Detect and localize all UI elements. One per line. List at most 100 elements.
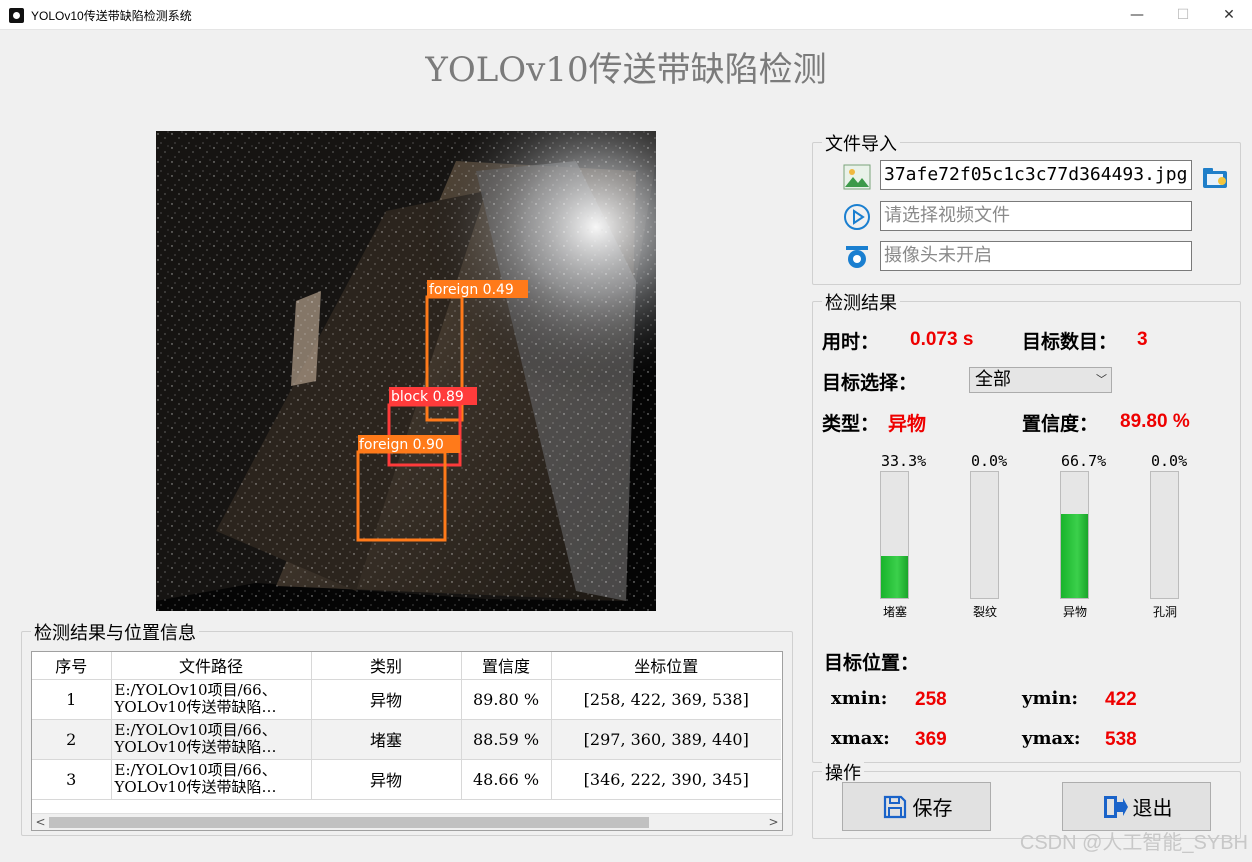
table-row[interactable]: 1 E:/YOLOv10项目/66、 YOLOv10传送带缺陷… 异物 89.80… (32, 679, 781, 720)
video-file-placeholder: 请选择视频文件 (884, 205, 1010, 226)
cell-index: 2 (32, 719, 112, 760)
cell-path-line2: YOLOv10传送带缺陷… (114, 698, 277, 716)
page-title: YOLOv10传送带缺陷检测 (425, 50, 827, 90)
table-horizontal-scrollbar[interactable]: < > (32, 813, 782, 830)
cell-confidence: 88.59 % (461, 719, 552, 760)
cell-path: E:/YOLOv10项目/66、 YOLOv10传送带缺陷… (111, 719, 312, 760)
cell-coords: [346, 222, 390, 345] (551, 759, 781, 800)
results-table[interactable]: 序号 文件路径 类别 置信度 坐标位置 1 E:/YOLOv10项目/66、 YO… (31, 651, 783, 831)
col-header-index[interactable]: 序号 (32, 652, 112, 680)
target-select-value: 全部 (975, 369, 1011, 390)
bbox-label-foreign-1: foreign 0.49 (429, 282, 514, 298)
bar-class-label: 异物 (1062, 605, 1087, 619)
close-button[interactable]: ✕ (1206, 0, 1252, 30)
xmax-label: xmax: (831, 728, 890, 749)
target-select-label: 目标选择： (822, 372, 918, 394)
results-group-title: 检测结果与位置信息 (31, 619, 199, 645)
exit-button[interactable]: 退出 (1062, 782, 1211, 831)
minimize-button[interactable]: — (1114, 0, 1160, 30)
bbox-label-foreign-2: foreign 0.90 (359, 437, 444, 453)
app-icon (9, 8, 24, 23)
exit-icon (1103, 795, 1128, 818)
ymin-value: 422 (1105, 689, 1137, 710)
progress-bar-fill (881, 556, 908, 598)
bar-percent-text: 66.7% (1061, 452, 1107, 470)
cell-path-line1: E:/YOLOv10项目/66、 (114, 681, 277, 699)
progress-bar (880, 471, 909, 599)
video-file-icon[interactable] (843, 203, 871, 231)
time-value: 0.073 s (910, 329, 974, 350)
xmin-label: xmin: (831, 688, 888, 709)
scroll-left-arrow-icon[interactable]: < (32, 814, 49, 830)
detection-image: foreign 0.49 block 0.89 foreign 0.90 (156, 131, 656, 611)
time-label: 用时： (822, 331, 880, 353)
image-file-field[interactable]: 37afe72f05c1c3c77d364493.jpg (880, 160, 1192, 190)
watermark: CSDN @人工智能_SYBH (1019, 832, 1248, 854)
position-label: 目标位置： (824, 652, 920, 674)
bar-class-label: 裂纹 (972, 605, 997, 619)
cell-category: 异物 (311, 679, 462, 720)
cell-path-line1: E:/YOLOv10项目/66、 (114, 721, 277, 739)
detection-results-group-title: 检测结果 (822, 289, 900, 315)
cell-path: E:/YOLOv10项目/66、 YOLOv10传送带缺陷… (111, 679, 312, 720)
bar-class-label: 堵塞 (882, 605, 907, 619)
detection-image-drawing: foreign 0.49 block 0.89 foreign 0.90 (156, 131, 656, 611)
camera-field[interactable]: 摄像头未开启 (880, 241, 1192, 271)
cell-coords: [297, 360, 389, 440] (551, 719, 781, 760)
table-header-row: 序号 文件路径 类别 置信度 坐标位置 (32, 652, 781, 680)
camera-icon[interactable] (843, 243, 871, 271)
type-label: 类型： (822, 413, 880, 435)
col-header-confidence[interactable]: 置信度 (461, 652, 552, 680)
bar-percent-text: 33.3% (881, 452, 927, 470)
progress-bar (970, 471, 999, 599)
window-title: YOLOv10传送带缺陷检测系统 (31, 9, 192, 23)
confidence-value: 89.80 % (1120, 411, 1190, 432)
type-value: 异物 (888, 413, 927, 435)
cell-confidence: 89.80 % (461, 679, 552, 720)
cell-path-line2: YOLOv10传送带缺陷… (114, 738, 277, 756)
ymin-label: ymin: (1022, 688, 1079, 709)
cell-coords: [258, 422, 369, 538] (551, 679, 781, 720)
save-button-label: 保存 (912, 796, 953, 820)
cell-path: E:/YOLOv10项目/66、 YOLOv10传送带缺陷… (111, 759, 312, 800)
chevron-down-icon: ﹀ (1096, 373, 1107, 386)
scroll-right-arrow-icon[interactable]: > (765, 814, 782, 830)
col-header-path[interactable]: 文件路径 (111, 652, 312, 680)
ymax-value: 538 (1105, 729, 1137, 750)
cell-category: 异物 (311, 759, 462, 800)
bar-percent-text: 0.0% (971, 452, 1008, 470)
video-file-field[interactable]: 请选择视频文件 (880, 201, 1192, 231)
cell-index: 3 (32, 759, 112, 800)
xmax-value: 369 (915, 729, 947, 750)
progress-bar (1060, 471, 1089, 599)
maximize-button[interactable]: ☐ (1160, 0, 1206, 30)
col-header-category[interactable]: 类别 (311, 652, 462, 680)
file-import-group-title: 文件导入 (822, 130, 900, 156)
xmin-value: 258 (915, 689, 947, 710)
exit-button-label: 退出 (1132, 796, 1173, 820)
bar-class-label: 孔洞 (1152, 605, 1177, 619)
bar-percent-text: 0.0% (1151, 452, 1188, 470)
cell-path-line2: YOLOv10传送带缺陷… (114, 778, 277, 796)
cell-path-line1: E:/YOLOv10项目/66、 (114, 761, 277, 779)
cell-confidence: 48.66 % (461, 759, 552, 800)
table-row[interactable]: 3 E:/YOLOv10项目/66、 YOLOv10传送带缺陷… 异物 48.66… (32, 759, 781, 800)
scrollbar-thumb[interactable] (49, 817, 649, 828)
progress-bar (1150, 471, 1179, 599)
target-select[interactable]: 全部 ﹀ (969, 367, 1112, 393)
camera-placeholder: 摄像头未开启 (884, 245, 992, 266)
cell-category: 堵塞 (311, 719, 462, 760)
image-file-icon[interactable] (843, 163, 871, 191)
save-button[interactable]: 保存 (842, 782, 991, 831)
count-value: 3 (1137, 329, 1148, 350)
col-header-coords[interactable]: 坐标位置 (551, 652, 781, 680)
open-folder-icon[interactable] (1201, 163, 1229, 191)
confidence-label: 置信度： (1022, 413, 1099, 435)
table-row[interactable]: 2 E:/YOLOv10项目/66、 YOLOv10传送带缺陷… 堵塞 88.59… (32, 719, 781, 760)
count-label: 目标数目： (1022, 331, 1118, 353)
cell-index: 1 (32, 679, 112, 720)
progress-bar-fill (1061, 514, 1088, 598)
save-icon (883, 795, 906, 818)
window-title-bar: YOLOv10传送带缺陷检测系统 — ☐ ✕ (0, 0, 1252, 30)
ymax-label: ymax: (1022, 728, 1081, 749)
